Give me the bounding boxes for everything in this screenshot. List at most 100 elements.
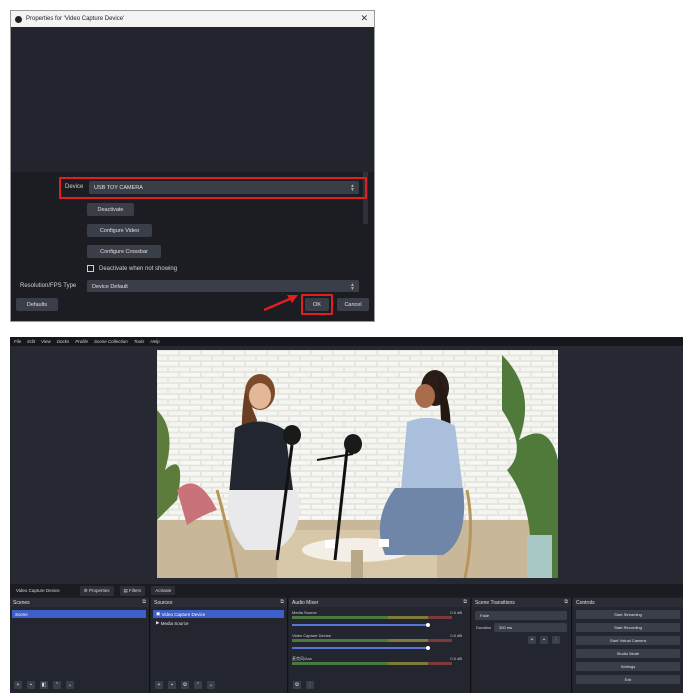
start-recording-button[interactable]: Start Recording	[576, 623, 680, 632]
scene-transitions-header: Scene Transitions ⧉	[472, 598, 571, 607]
deactivate-when-not-showing-label: Deactivate when not showing	[99, 266, 178, 272]
start-virtual-camera-button[interactable]: Start Virtual Camera	[576, 636, 680, 645]
menu-docks[interactable]: Docks	[57, 339, 70, 344]
move-down-icon[interactable]: ⌄	[207, 681, 215, 689]
scenes-title: Scenes	[13, 599, 30, 606]
deactivate-when-not-showing-checkbox[interactable]	[87, 265, 94, 272]
duration-spinbox[interactable]: 300 ms	[494, 623, 567, 632]
source-item-video-capture[interactable]: ▣ Video Capture Device	[153, 610, 284, 618]
volume-slider[interactable]	[292, 624, 428, 626]
source-preview	[11, 27, 374, 172]
add-icon[interactable]: +	[528, 636, 536, 644]
resolution-value: Device Default	[92, 283, 128, 290]
preview-canvas	[10, 346, 683, 584]
duration-value: 300 ms	[499, 625, 513, 630]
menu-profile[interactable]: Profile	[75, 339, 88, 344]
source-toolbar: Video Capture Device ⚙ Properties ▤ Filt…	[10, 584, 683, 597]
volume-meter	[292, 616, 452, 619]
mixer-channel-db: 0.0 dB	[450, 656, 462, 661]
move-up-icon[interactable]: ⌃	[53, 681, 61, 689]
cancel-button[interactable]: Cancel	[337, 298, 369, 311]
scene-transitions-dock: Scene Transitions ⧉ Fade Duration 300 ms…	[472, 598, 572, 693]
controls-title: Controls	[576, 599, 595, 606]
defaults-button[interactable]: Defaults	[16, 298, 58, 311]
dock-float-icon[interactable]: ⧉	[142, 599, 146, 605]
scene-transitions-title: Scene Transitions	[475, 599, 515, 606]
transition-buttons: + ▪ ⋮	[528, 636, 560, 644]
add-icon[interactable]: +	[14, 681, 22, 689]
deactivate-button[interactable]: Deactivate	[87, 203, 134, 216]
volume-meter	[292, 662, 452, 665]
add-icon[interactable]: +	[155, 681, 163, 689]
duration-label: Duration	[476, 625, 492, 630]
exit-button[interactable]: Exit	[576, 675, 680, 684]
mixer-channel-name: Media Source	[292, 610, 317, 615]
start-streaming-button[interactable]: Start Streaming	[576, 610, 680, 619]
dialog-button-bar: Defaults OK Cancel	[11, 292, 374, 321]
obs-main-window: File Edit View Docks Profile Scene Colle…	[10, 337, 683, 693]
mixer-channel-db: 0.0 dB	[450, 633, 462, 638]
sources-dock: Sources ⧉ ▣ Video Capture Device ▶ Media…	[151, 598, 288, 693]
trash-icon[interactable]: ▪	[540, 636, 548, 644]
source-item-media[interactable]: ▶ Media Source	[153, 619, 284, 627]
gear-icon[interactable]: ⚙	[293, 681, 301, 689]
audio-mixer-header: Audio Mixer ⧉	[289, 598, 470, 607]
camera-feed-image	[157, 350, 558, 578]
menu-tools[interactable]: Tools	[134, 339, 145, 344]
selected-source-name: Video Capture Device	[16, 588, 60, 593]
filters-button[interactable]: ▤ Filters	[119, 585, 146, 596]
volume-slider[interactable]	[292, 647, 428, 649]
filters-label: Filters	[129, 587, 142, 593]
mixer-footer: ⚙ ⋮	[293, 681, 314, 689]
menu-icon[interactable]: ⋮	[306, 681, 314, 689]
dock-float-icon[interactable]: ⧉	[280, 599, 284, 605]
mixer-channel-db: 0.0 dB	[450, 610, 462, 615]
dock-float-icon[interactable]: ⧉	[463, 599, 467, 605]
move-down-icon[interactable]: ⌄	[66, 681, 74, 689]
menu-file[interactable]: File	[14, 339, 21, 344]
settings-button[interactable]: Settings	[576, 662, 680, 671]
trash-icon[interactable]: ▪	[27, 681, 35, 689]
obs-logo-icon	[15, 15, 22, 23]
sources-title: Sources	[154, 599, 173, 606]
scenes-dock: Scenes ⧉ Scene + ▪ ◧ ⌃ ⌄	[10, 598, 150, 693]
menu-edit[interactable]: Edit	[27, 339, 35, 344]
menu-view[interactable]: View	[41, 339, 51, 344]
sources-header: Sources ⧉	[151, 598, 287, 607]
menu-bar: File Edit View Docks Profile Scene Colle…	[10, 337, 683, 346]
mixer-channel-name: Video Capture Device	[292, 633, 331, 638]
menu-help[interactable]: Help	[150, 339, 159, 344]
scenes-footer: + ▪ ◧ ⌃ ⌄	[14, 681, 74, 689]
filter-icon[interactable]: ◧	[40, 681, 48, 689]
properties-button[interactable]: ⚙ Properties	[79, 585, 114, 596]
volume-slider-knob[interactable]	[426, 623, 430, 627]
move-up-icon[interactable]: ⌃	[194, 681, 202, 689]
menu-icon[interactable]: ⋮	[552, 636, 560, 644]
studio-mode-button[interactable]: Studio Mode	[576, 649, 680, 658]
source-item-label: Video Capture Device	[161, 611, 206, 617]
sources-footer: + ▪ ⚙ ⌃ ⌄	[155, 681, 215, 689]
dock-float-icon[interactable]: ⧉	[564, 599, 568, 605]
activate-button[interactable]: Activate	[151, 586, 176, 595]
transition-select[interactable]: Fade	[475, 611, 567, 620]
gear-icon[interactable]: ⚙	[181, 681, 189, 689]
dialog-titlebar: Properties for 'Video Capture Device' ✕	[11, 11, 374, 27]
transition-value: Fade	[480, 613, 490, 618]
red-arrow-icon	[263, 295, 298, 312]
trash-icon[interactable]: ▪	[168, 681, 176, 689]
menu-scene-collection[interactable]: Scene Collection	[94, 339, 128, 344]
configure-video-button[interactable]: Configure Video	[87, 224, 152, 237]
scene-item[interactable]: Scene	[12, 610, 146, 618]
properties-dialog: Properties for 'Video Capture Device' ✕ …	[10, 10, 375, 322]
device-highlight-box	[59, 177, 367, 199]
properties-label: Properties	[89, 587, 110, 593]
source-item-label: Media Source	[160, 620, 189, 626]
volume-meter	[292, 639, 452, 642]
controls-dock: Controls Start Streaming Start Recording…	[573, 598, 683, 693]
scenes-header: Scenes ⧉	[10, 598, 149, 607]
configure-crossbar-button[interactable]: Configure Crossbar	[87, 245, 161, 258]
audio-mixer-dock: Audio Mixer ⧉ Media Source 0.0 dB Video …	[289, 598, 471, 693]
volume-slider-knob[interactable]	[426, 646, 430, 650]
spin-arrows-icon: ▲ ▼	[350, 282, 355, 292]
close-icon[interactable]: ✕	[360, 13, 368, 24]
